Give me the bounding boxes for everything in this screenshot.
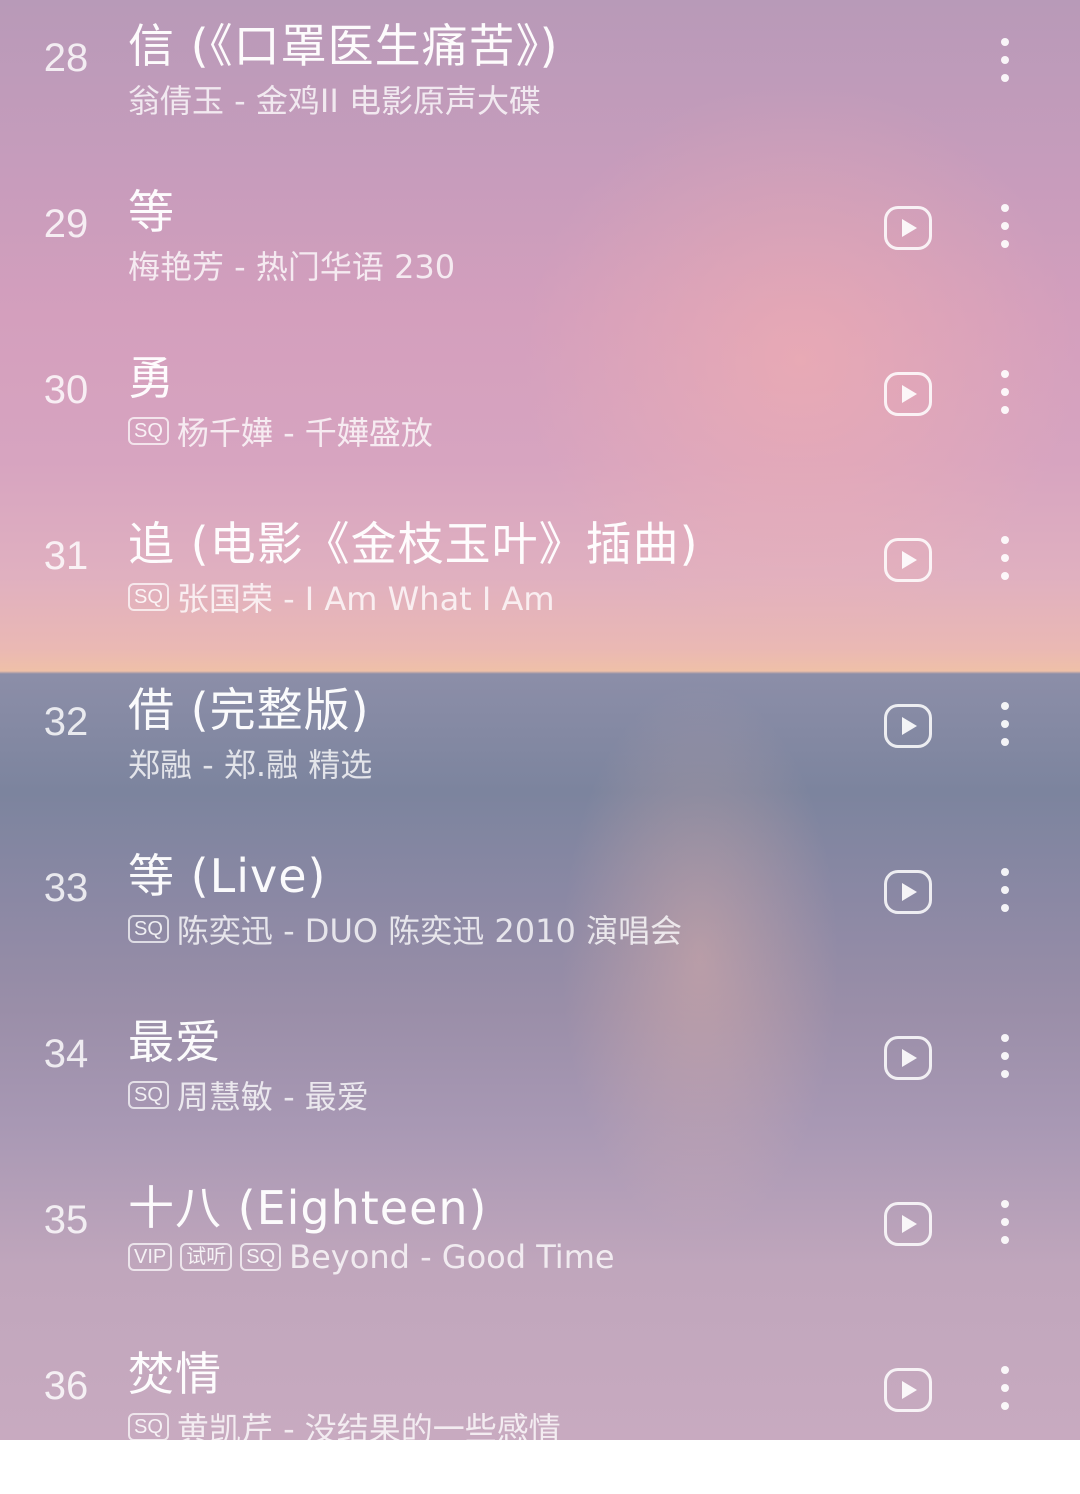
song-subtitle-line: SQ 陈奕迅 - DUO 陈奕迅 2010 演唱会 <box>128 906 682 952</box>
more-vertical-icon[interactable] <box>990 868 1020 918</box>
song-subtitle-line: VIP 试听 SQ Beyond - Good Time <box>128 1238 615 1276</box>
song-row[interactable]: 32 借 (完整版) 郑融 - 郑.融 精选 <box>0 664 1080 830</box>
play-icon[interactable] <box>884 538 932 582</box>
more-vertical-icon[interactable] <box>990 1366 1020 1416</box>
song-row[interactable]: 33 等 (Live) SQ 陈奕迅 - DUO 陈奕迅 2010 演唱会 <box>0 830 1080 996</box>
more-vertical-icon[interactable] <box>990 1200 1020 1250</box>
song-title[interactable]: 等 (Live) <box>128 840 326 906</box>
song-title[interactable]: 信 (《口罩医生痛苦》) <box>128 10 559 76</box>
song-title[interactable]: 焚情 <box>128 1338 222 1404</box>
artist-album-text: 周慧敏 - 最爱 <box>176 1078 369 1116</box>
quality-badge: SQ <box>128 417 169 445</box>
artist-album-text: 陈奕迅 - DUO 陈奕迅 2010 演唱会 <box>176 912 683 950</box>
play-icon[interactable] <box>884 206 932 250</box>
song-row[interactable]: 35 十八 (Eighteen) VIP 试听 SQ Beyond - Good Time <box>0 1162 1080 1328</box>
song-rank: 35 <box>43 1198 89 1242</box>
play-icon[interactable] <box>884 704 932 748</box>
song-subtitle-line: SQ 黄凯芹 - 没结果的一些感情 <box>128 1404 561 1450</box>
play-icon[interactable] <box>884 1368 932 1412</box>
song-title[interactable]: 追 (电影《金枝玉叶》插曲) <box>128 508 699 574</box>
song-rank: 30 <box>43 368 89 412</box>
artist-album-text: 翁倩玉 - 金鸡II 电影原声大碟 <box>128 82 541 120</box>
quality-badge: SQ <box>240 1243 282 1271</box>
artist-album-text: 郑融 - 郑.融 精选 <box>128 746 373 784</box>
song-row[interactable]: 31 追 (电影《金枝玉叶》插曲) SQ 张国荣 - I Am What I Am <box>0 498 1080 664</box>
quality-badge: SQ <box>128 583 169 611</box>
song-row[interactable]: 30 勇 SQ 杨千嬅 - 千嬅盛放 <box>0 332 1080 498</box>
song-rank: 29 <box>43 202 89 246</box>
quality-badge: 试听 <box>180 1243 233 1271</box>
quality-badge: VIP <box>128 1243 173 1271</box>
song-row[interactable]: 34 最爱 SQ 周慧敏 - 最爱 <box>0 996 1080 1162</box>
song-subtitle-line: SQ 周慧敏 - 最爱 <box>128 1072 369 1118</box>
song-title[interactable]: 借 (完整版) <box>128 674 370 740</box>
artist-album-text: 黄凯芹 - 没结果的一些感情 <box>176 1410 561 1448</box>
play-icon[interactable] <box>884 870 932 914</box>
song-title[interactable]: 勇 <box>128 342 175 408</box>
more-vertical-icon[interactable] <box>990 370 1020 420</box>
song-subtitle-line: 郑融 - 郑.融 精选 <box>128 740 372 786</box>
song-title[interactable]: 十八 (Eighteen) <box>128 1172 488 1238</box>
song-title[interactable]: 最爱 <box>128 1006 222 1072</box>
song-rank: 31 <box>43 534 89 578</box>
song-subtitle-line: SQ 张国荣 - I Am What I Am <box>128 574 555 620</box>
play-icon[interactable] <box>884 1036 932 1080</box>
quality-badge: SQ <box>128 1413 169 1441</box>
more-vertical-icon[interactable] <box>990 38 1020 88</box>
artist-album-text: 梅艳芳 - 热门华语 230 <box>128 248 456 286</box>
artist-album-text: 杨千嬅 - 千嬅盛放 <box>176 414 433 452</box>
song-title[interactable]: 等 <box>128 176 175 242</box>
song-rank: 33 <box>43 866 89 910</box>
song-row[interactable]: 28 信 (《口罩医生痛苦》) 翁倩玉 - 金鸡II 电影原声大碟 <box>0 0 1080 166</box>
more-vertical-icon[interactable] <box>990 536 1020 586</box>
song-rank: 32 <box>43 700 89 744</box>
quality-badge: SQ <box>128 915 169 943</box>
more-vertical-icon[interactable] <box>990 1034 1020 1084</box>
artist-album-text: Beyond - Good Time <box>289 1238 615 1276</box>
song-subtitle-line: 梅艳芳 - 热门华语 230 <box>128 242 455 288</box>
play-icon[interactable] <box>884 372 932 416</box>
song-list: 28 信 (《口罩医生痛苦》) 翁倩玉 - 金鸡II 电影原声大碟 29 等梅艳芳 - … <box>0 0 1080 1448</box>
quality-badge: SQ <box>128 1081 169 1109</box>
more-vertical-icon[interactable] <box>990 702 1020 752</box>
song-rank: 28 <box>43 36 89 80</box>
song-subtitle-line: 翁倩玉 - 金鸡II 电影原声大碟 <box>128 76 541 122</box>
play-icon[interactable] <box>884 1202 932 1246</box>
song-row[interactable]: 29 等梅艳芳 - 热门华语 230 <box>0 166 1080 332</box>
more-vertical-icon[interactable] <box>990 204 1020 254</box>
artist-album-text: 张国荣 - I Am What I Am <box>176 580 555 618</box>
song-subtitle-line: SQ 杨千嬅 - 千嬅盛放 <box>128 408 433 454</box>
song-row[interactable]: 36 焚情 SQ 黄凯芹 - 没结果的一些感情 <box>0 1328 1080 1494</box>
song-rank: 36 <box>43 1364 89 1408</box>
song-rank: 34 <box>43 1032 89 1076</box>
